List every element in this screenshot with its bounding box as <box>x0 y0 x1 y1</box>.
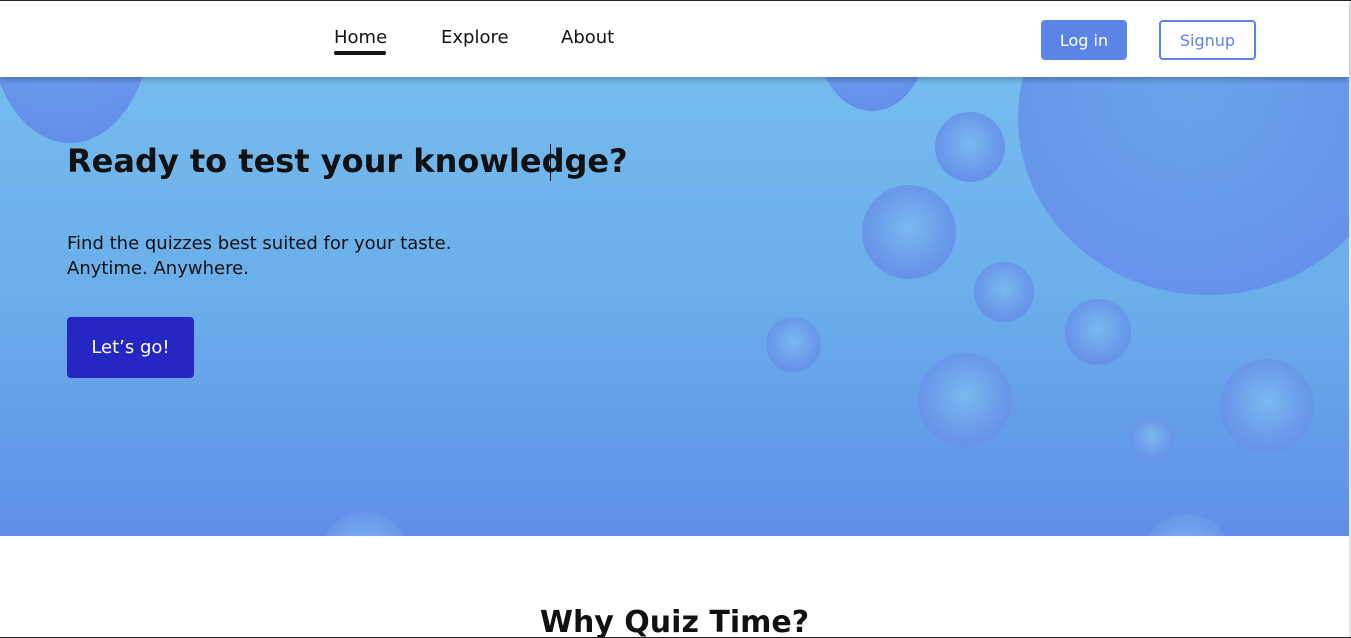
navbar: Home Explore About Log in Signup <box>0 1 1349 77</box>
decor-bubble <box>766 317 821 372</box>
hero-title: Ready to test your knowledge? <box>67 142 628 180</box>
signup-button[interactable]: Signup <box>1159 20 1256 60</box>
hero-section: Ready to test your knowledge? Find the q… <box>0 1 1349 536</box>
decor-bubble <box>918 353 1012 447</box>
login-button[interactable]: Log in <box>1041 20 1127 60</box>
decor-bubble <box>1142 514 1232 536</box>
decor-bubble <box>935 112 1005 182</box>
hero-subtitle: Find the quizzes best suited for your ta… <box>67 231 451 281</box>
text-caret <box>550 144 551 181</box>
active-nav-indicator <box>334 51 386 55</box>
lets-go-button[interactable]: Let’s go! <box>67 317 194 378</box>
hero-subtitle-line: Find the quizzes best suited for your ta… <box>67 233 452 254</box>
nav-link-explore[interactable]: Explore <box>441 27 509 48</box>
decor-bubble <box>974 262 1034 322</box>
nav-link-home[interactable]: Home <box>334 27 387 48</box>
section-title: Why Quiz Time? <box>539 605 810 638</box>
decor-bubble <box>320 512 410 536</box>
decor-bubble <box>1220 359 1314 453</box>
page-frame: Ready to test your knowledge? Find the q… <box>0 0 1351 638</box>
nav-link-about[interactable]: About <box>561 27 614 48</box>
decor-bubble <box>862 185 956 279</box>
decor-bubble <box>1130 417 1174 461</box>
hero-subtitle-line: Anytime. Anywhere. <box>67 258 249 279</box>
decor-bubble <box>1065 299 1131 365</box>
